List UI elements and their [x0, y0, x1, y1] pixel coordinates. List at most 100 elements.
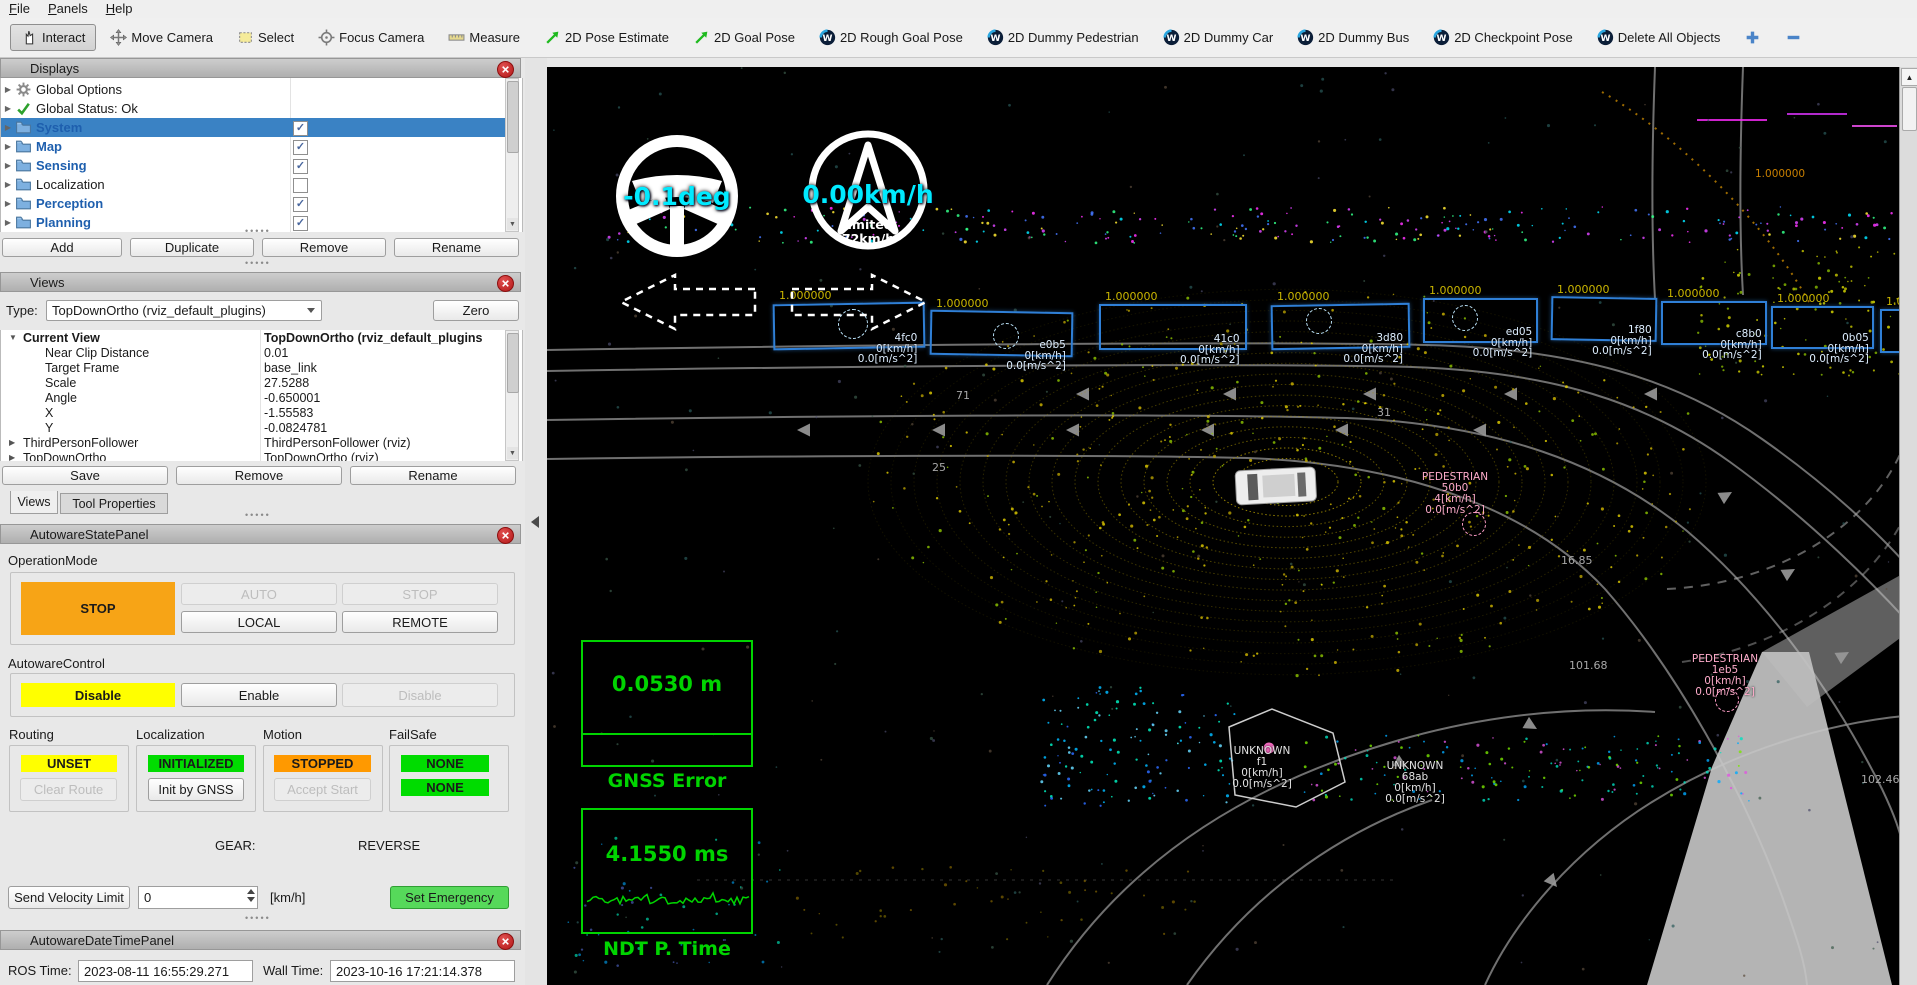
splitter-handle[interactable]: ••••• — [245, 510, 271, 520]
viewport-scrollbar-thumb[interactable] — [1902, 87, 1917, 131]
tool-move-camera[interactable]: Move Camera — [100, 25, 223, 50]
tree-row-global-status-ok[interactable]: ▶Global Status: Ok — [1, 99, 507, 118]
splitter-handle[interactable]: ••••• — [245, 258, 271, 268]
views-panel-header[interactable]: Views — [0, 272, 521, 292]
spin-up-icon[interactable] — [247, 889, 255, 894]
stop-mode-button[interactable]: STOP — [21, 582, 175, 635]
tree-row-perception[interactable]: ▶Perception — [1, 194, 507, 213]
disable-control-active[interactable]: Disable — [21, 683, 175, 707]
accept-start-button[interactable]: Accept Start — [274, 778, 371, 801]
velocity-limit-input[interactable]: 0 — [138, 886, 258, 909]
expander-icon[interactable]: ▶ — [9, 453, 15, 461]
expander-icon[interactable]: ▶ — [1, 142, 15, 151]
tool-2d-dummy-car[interactable]: W2D Dummy Car — [1153, 25, 1284, 50]
tree-row-localization[interactable]: ▶Localization — [1, 175, 507, 194]
views-scrollbar[interactable]: ▼ — [505, 330, 519, 461]
expander-icon[interactable]: ▶ — [1, 199, 15, 208]
tool-measure[interactable]: Measure — [438, 25, 530, 50]
views-close-button[interactable] — [497, 275, 514, 292]
expander-icon[interactable]: ▼ — [9, 333, 17, 342]
expander-icon[interactable]: ▶ — [1, 85, 15, 94]
expander-icon[interactable]: ▶ — [1, 104, 15, 113]
views-remove-button[interactable]: Remove — [176, 466, 342, 485]
scroll-down-icon[interactable]: ▼ — [507, 218, 518, 230]
menu-item-help[interactable]: Help — [97, 0, 142, 18]
enable-control-button[interactable]: Enable — [181, 683, 337, 707]
tool-2d-dummy-pedestrian[interactable]: W2D Dummy Pedestrian — [977, 25, 1149, 50]
property-row-x[interactable]: X-1.55583 — [1, 405, 507, 420]
panel-splitter[interactable] — [525, 58, 547, 985]
zero-button[interactable]: Zero — [433, 300, 519, 321]
tool-minus-icon[interactable] — [1775, 25, 1812, 50]
property-row-target-frame[interactable]: Target Framebase_link — [1, 360, 507, 375]
checkbox-system[interactable]: ✓ — [293, 121, 308, 136]
tree-row-sensing[interactable]: ▶Sensing — [1, 156, 507, 175]
expander-icon[interactable]: ▶ — [1, 218, 15, 227]
views-scrollbar-thumb[interactable] — [507, 333, 519, 393]
collapse-left-icon[interactable] — [531, 516, 539, 528]
expander-icon[interactable]: ▶ — [1, 123, 15, 132]
property-row-current-view[interactable]: ▼Current ViewTopDownOrtho (rviz_default_… — [1, 330, 507, 345]
rename-button[interactable]: Rename — [394, 238, 519, 257]
add-button[interactable]: Add — [2, 238, 122, 257]
expander-icon[interactable]: ▶ — [1, 161, 15, 170]
tree-row-map[interactable]: ▶Map — [1, 137, 507, 156]
tool-2d-goal-pose[interactable]: 2D Goal Pose — [683, 25, 805, 50]
tab-tool-properties[interactable]: Tool Properties — [60, 493, 168, 514]
local-mode-button[interactable]: LOCAL — [181, 611, 337, 633]
expander-icon[interactable]: ▶ — [9, 438, 15, 447]
expander-icon[interactable]: ▶ — [1, 180, 15, 189]
tool-plus-icon[interactable] — [1734, 25, 1771, 50]
checkbox-localization[interactable] — [293, 178, 308, 193]
property-row-topdownortho[interactable]: ▶TopDownOrthoTopDownOrtho (rviz) — [1, 450, 507, 461]
splitter-handle[interactable]: ••••• — [245, 226, 271, 236]
tool-delete-all-objects[interactable]: WDelete All Objects — [1587, 25, 1731, 50]
property-row-thirdpersonfollower[interactable]: ▶ThirdPersonFollowerThirdPersonFollower … — [1, 435, 507, 450]
property-row-scale[interactable]: Scale27.5288 — [1, 375, 507, 390]
3d-viewport[interactable]: 1.0000004fc00[km/h]0.0[m/s^2]1.000000e0b… — [547, 67, 1917, 985]
wall-time-field[interactable]: 2023-10-16 17:21:14.378 — [330, 960, 515, 982]
state-panel-close-button[interactable] — [497, 527, 514, 544]
view-type-dropdown[interactable]: TopDownOrtho (rviz_default_plugins) — [46, 300, 322, 321]
datetime-panel-header[interactable]: AutowareDateTimePanel — [0, 930, 521, 950]
displays-close-button[interactable] — [497, 61, 514, 78]
stop-secondary-button[interactable]: STOP — [342, 583, 498, 605]
spinner-arrows[interactable] — [247, 889, 255, 902]
displ​ays-scrollbar[interactable]: ▼ — [505, 78, 519, 232]
tool-2d-checkpoint-pose[interactable]: W2D Checkpoint Pose — [1423, 25, 1583, 50]
tool-select[interactable]: Select — [227, 25, 304, 50]
init-by-gnss-button[interactable]: Init by GNSS — [148, 778, 244, 801]
views-save-button[interactable]: Save — [2, 466, 168, 485]
set-emergency-button[interactable]: Set Emergency — [390, 886, 509, 909]
views-rename-button[interactable]: Rename — [350, 466, 516, 485]
remote-mode-button[interactable]: REMOTE — [342, 611, 498, 633]
displays-panel-header[interactable]: Displays — [0, 58, 521, 78]
ros-time-field[interactable]: 2023-08-11 16:55:29.271 — [78, 960, 253, 982]
menu-item-panels[interactable]: Panels — [39, 0, 97, 18]
remove-button[interactable]: Remove — [262, 238, 386, 257]
state-panel-header[interactable]: AutowareStatePanel — [0, 524, 521, 544]
tool-focus-camera[interactable]: Focus Camera — [308, 25, 434, 50]
property-row-near-clip-distance[interactable]: Near Clip Distance0.01 — [1, 345, 507, 360]
datetime-close-button[interactable] — [497, 933, 514, 950]
checkbox-map[interactable]: ✓ — [293, 140, 308, 155]
displays-scrollbar-thumb[interactable] — [507, 81, 519, 153]
tool-interact[interactable]: Interact — [10, 24, 96, 51]
clear-route-button[interactable]: Clear Route — [20, 778, 117, 801]
send-velocity-limit-button[interactable]: Send Velocity Limit — [8, 886, 130, 909]
tree-row-global-options[interactable]: ▶Global Options — [1, 80, 507, 99]
tree-row-system[interactable]: ▶System — [1, 118, 507, 137]
checkbox-perception[interactable]: ✓ — [293, 197, 308, 212]
splitter-handle[interactable]: ••••• — [245, 913, 271, 923]
tool-2d-dummy-bus[interactable]: W2D Dummy Bus — [1287, 25, 1419, 50]
tool-2d-rough-goal-pose[interactable]: W2D Rough Goal Pose — [809, 25, 973, 50]
viewport-scrollbar[interactable]: ▲ — [1899, 67, 1917, 985]
scroll-down-icon[interactable]: ▼ — [507, 447, 518, 459]
spin-down-icon[interactable] — [247, 897, 255, 902]
tab-views[interactable]: Views — [10, 491, 58, 514]
property-row-angle[interactable]: Angle-0.650001 — [1, 390, 507, 405]
disable-control-button[interactable]: Disable — [342, 683, 498, 707]
tool-2d-pose-estimate[interactable]: 2D Pose Estimate — [534, 25, 679, 50]
menu-item-file[interactable]: File — [0, 0, 39, 18]
auto-mode-button[interactable]: AUTO — [181, 583, 337, 605]
